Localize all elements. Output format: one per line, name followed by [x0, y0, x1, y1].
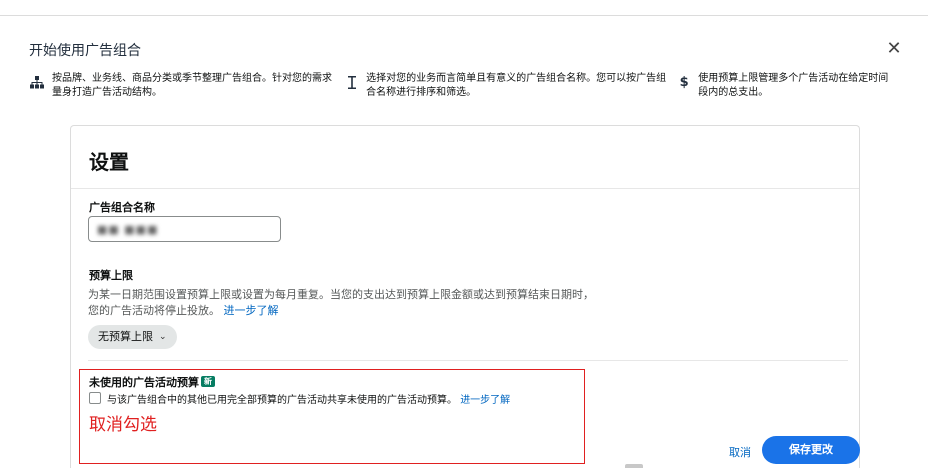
save-changes-button[interactable]: 保存更改: [762, 436, 860, 464]
dialog-title: 开始使用广告组合: [29, 43, 141, 59]
portfolio-name-label: 广告组合名称: [89, 201, 155, 214]
annotation-text: 取消勾选: [89, 415, 157, 435]
scroll-handle: [625, 464, 643, 468]
chevron-down-icon: ⌄: [159, 332, 167, 342]
org-chart-icon: [30, 74, 44, 90]
portfolio-name-value: ■■ ■■■: [97, 222, 159, 236]
portfolio-name-input[interactable]: ■■ ■■■: [88, 216, 281, 242]
tip-naming: 选择对您的业务而言简单且有意义的广告组合名称。您可以按广告组合名称进行排序和筛选…: [346, 72, 676, 100]
budget-cap-select-value: 无预算上限: [98, 330, 153, 343]
divider: [88, 360, 848, 361]
budget-cap-description-text: 为某一日期范围设置预算上限或设置为每月重复。当您的支出达到预算上限金额或达到预算…: [88, 288, 594, 317]
tip-text: 使用预算上限管理多个广告活动在给定时间段内的总支出。: [698, 73, 889, 98]
close-icon[interactable]: ✕: [885, 40, 903, 58]
budget-cap-label: 预算上限: [89, 269, 133, 282]
tip-structure: 按品牌、业务线、商品分类或季节整理广告组合。针对您的需求量身打造广告活动结构。: [30, 72, 340, 100]
budget-cap-description: 为某一日期范围设置预算上限或设置为每月重复。当您的支出达到预算上限金额或达到预算…: [88, 287, 598, 319]
budget-learn-more-link[interactable]: 进一步了解: [224, 304, 279, 317]
top-divider: [0, 15, 928, 16]
tip-text: 选择对您的业务而言简单且有意义的广告组合名称。您可以按广告组合名称进行排序和筛选…: [366, 73, 667, 98]
divider: [71, 188, 859, 189]
tip-budget: $ 使用预算上限管理多个广告活动在给定时间段内的总支出。: [678, 72, 898, 100]
dollar-icon: $: [679, 74, 689, 90]
tip-text: 按品牌、业务线、商品分类或季节整理广告组合。针对您的需求量身打造广告活动结构。: [52, 73, 332, 98]
settings-title: 设置: [89, 150, 129, 174]
budget-cap-select[interactable]: 无预算上限 ⌄: [88, 325, 177, 349]
cancel-button[interactable]: 取消: [729, 444, 751, 460]
text-cursor-icon: [346, 74, 358, 90]
